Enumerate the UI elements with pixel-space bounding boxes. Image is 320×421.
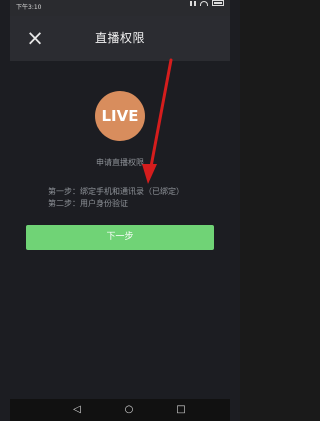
wifi-icon xyxy=(200,0,208,6)
step-two-text: 第二步：用户身份验证 xyxy=(48,199,128,208)
back-icon[interactable]: ◁ xyxy=(70,403,84,417)
status-bar: 下午3:10 xyxy=(10,0,230,16)
status-time: 下午3:10 xyxy=(16,4,42,11)
home-icon[interactable]: ○ xyxy=(122,403,136,417)
phone-screen: 下午3:10 × 直播权限 LIVE 申请直播权限 第一步：绑定手机和通讯录（已… xyxy=(0,0,240,421)
system-nav-bar: ◁ ○ □ xyxy=(10,399,230,421)
page-title: 直播权限 xyxy=(94,31,145,45)
signal-icon xyxy=(190,0,196,6)
recent-apps-icon[interactable]: □ xyxy=(174,403,188,417)
apply-live-permission-text: 申请直播权限 xyxy=(96,158,144,167)
status-icons xyxy=(190,0,224,6)
live-badge-icon: LIVE xyxy=(95,91,145,141)
next-button[interactable]: 下一步 xyxy=(26,225,214,250)
step-one-text: 第一步：绑定手机和通讯录（已绑定） xyxy=(48,187,184,196)
top-bar: × 直播权限 xyxy=(10,16,230,61)
red-arrow-icon xyxy=(142,58,173,184)
battery-icon xyxy=(212,0,224,6)
